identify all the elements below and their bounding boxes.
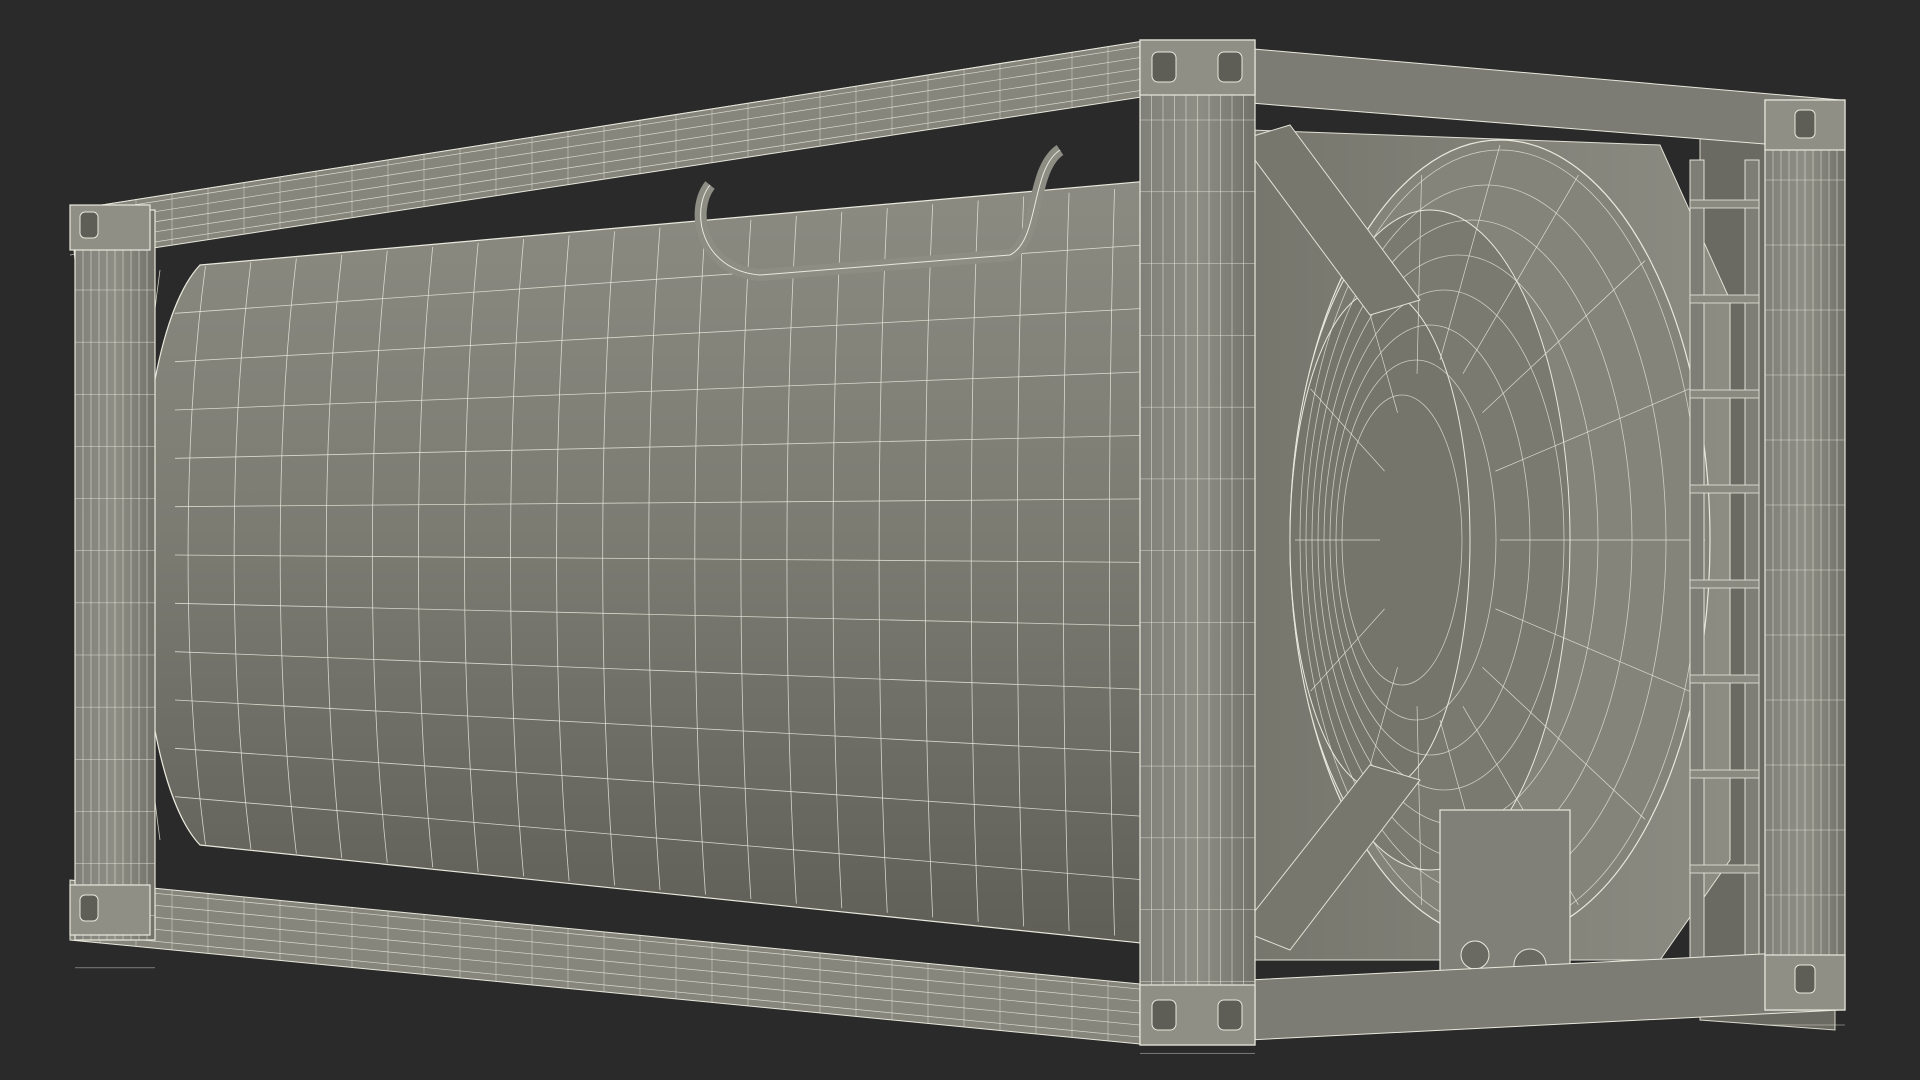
- ladder-rung: [1689, 579, 1760, 589]
- ladder-rung: [1689, 484, 1760, 494]
- ladder-rung: [1689, 199, 1760, 209]
- ladder-rung: [1689, 674, 1760, 684]
- tank-shell: [139, 145, 1161, 946]
- ladder-rung: [1689, 769, 1760, 779]
- valve-icon: [1460, 940, 1490, 970]
- tank-end-head: [1239, 124, 1760, 1011]
- render-viewport: [0, 0, 1920, 1080]
- ladder-rung: [1689, 389, 1760, 399]
- ladder-rung: [1689, 864, 1760, 874]
- tank-container-render: [69, 39, 1846, 1054]
- ladder-rung: [1689, 294, 1760, 304]
